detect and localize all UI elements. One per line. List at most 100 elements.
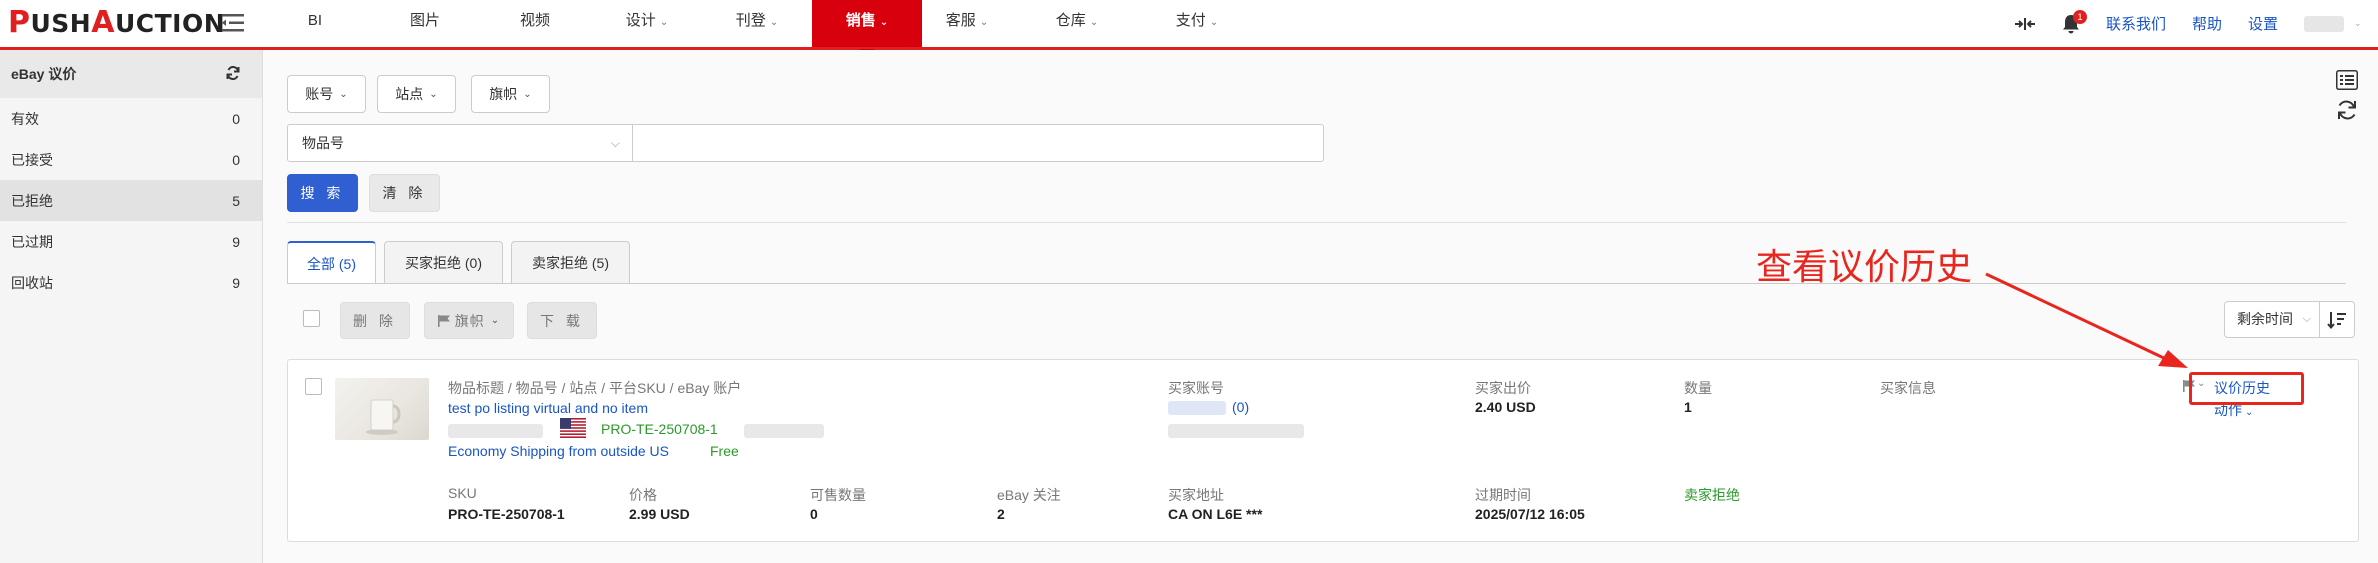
sidebar-item-count: 0: [232, 151, 240, 168]
nav-video[interactable]: 视频: [482, 0, 592, 47]
notification-badge: 1: [2072, 9, 2087, 24]
nav-sales[interactable]: 销售 ⌄: [812, 0, 922, 57]
nav-listing[interactable]: 刊登 ⌄: [702, 0, 812, 47]
status-badge: 卖家拒绝: [1684, 487, 1740, 503]
mug-image: [366, 399, 401, 435]
sort-order-button[interactable]: [2319, 301, 2355, 338]
chevron-down-icon: ⌵: [2302, 313, 2311, 325]
expire-time-label: 过期时间: [1475, 487, 1531, 503]
collapse-arrows-icon[interactable]: [2014, 13, 2036, 35]
tab-seller-declined[interactable]: 卖家拒绝 (5): [511, 241, 630, 283]
title-column-header: 物品标题 / 物品号 / 站点 / 平台SKU / eBay 账户: [448, 380, 742, 396]
tab-all[interactable]: 全部 (5): [287, 241, 376, 284]
quantity-label: 数量: [1684, 380, 1712, 396]
buyer-email: [1168, 424, 1304, 438]
ebay-account: [744, 424, 824, 438]
view-tools: [2336, 70, 2376, 124]
watchers-label: eBay 关注: [997, 487, 1061, 503]
buyer-info-label: 买家信息: [1880, 380, 1936, 396]
available-quantity-value: 0: [810, 506, 818, 522]
sort-select[interactable]: 剩余时间 ⌵: [2224, 301, 2320, 338]
shipping-service: Economy Shipping from outside US: [448, 443, 669, 459]
pushauction-logo[interactable]: PUSHAUCTION: [8, 6, 225, 41]
top-navbar: PUSHAUCTION BI 图片 视频 设计 ⌄ 刊登 ⌄ 销售 ⌄ 客服 ⌄ 仓库 ⌄…: [0, 0, 2378, 57]
product-thumbnail[interactable]: [335, 378, 429, 440]
buyer-account-link[interactable]: [1168, 401, 1226, 415]
nav-customer-service[interactable]: 客服 ⌄: [922, 0, 1012, 47]
sidebar-item-label: 已过期: [11, 233, 53, 250]
buyer-offer-value: 2.40 USD: [1475, 399, 1536, 415]
main-content: 账号 ⌄ 站点 ⌄ 旗帜 ⌄ 物品号 ⌵ 搜 索 清 除 全部 (5) 买家拒绝 (0)…: [263, 50, 2378, 563]
bulk-flag-dropdown[interactable]: 旗帜 ⌄: [424, 302, 514, 339]
site-filter-dropdown[interactable]: 站点 ⌄: [377, 75, 456, 113]
settings-link[interactable]: 设置: [2248, 13, 2278, 34]
nav-bi[interactable]: BI: [262, 0, 372, 47]
sidebar-item-label: 有效: [11, 110, 39, 127]
search-field-select[interactable]: 物品号 ⌵: [287, 124, 633, 162]
expire-time-value: 2025/07/12 16:05: [1475, 506, 1585, 522]
nav-design[interactable]: 设计 ⌄: [592, 0, 702, 47]
account-filter-dropdown[interactable]: 账号 ⌄: [287, 75, 366, 113]
available-quantity-label: 可售数量: [810, 487, 866, 503]
tab-divider: [287, 283, 2346, 284]
search-input[interactable]: [632, 124, 1324, 162]
delete-button[interactable]: 删 除: [340, 302, 410, 339]
list-view-icon[interactable]: [2336, 70, 2358, 90]
sidebar-item-count: 5: [232, 192, 240, 209]
sidebar-item-active[interactable]: 有效 0: [0, 98, 262, 139]
buyer-account-label: 买家账号: [1168, 380, 1224, 396]
help-link[interactable]: 帮助: [2192, 13, 2222, 34]
offer-checkbox[interactable]: [305, 378, 322, 395]
sku-value: PRO-TE-250708-1: [448, 506, 565, 522]
shipping-cost: Free: [710, 443, 739, 459]
contact-us-link[interactable]: 联系我们: [2106, 13, 2166, 34]
main-nav: BI 图片 视频 设计 ⌄ 刊登 ⌄ 销售 ⌄ 客服 ⌄ 仓库 ⌄ 支付 ⌄: [262, 0, 1252, 57]
sidebar-item-count: 9: [232, 233, 240, 250]
sidebar-item-declined[interactable]: 已拒绝 5: [0, 180, 262, 221]
clear-button[interactable]: 清 除: [369, 174, 440, 212]
price-label: 价格: [629, 487, 657, 503]
annotation-text: 查看议价历史: [1756, 247, 1973, 288]
item-title-link[interactable]: test po listing virtual and no item: [448, 400, 648, 416]
price-value: 2.99 USD: [629, 506, 690, 522]
header-tools: 1 联系我们 帮助 设置 ⌄: [2014, 0, 2378, 47]
nav-payment[interactable]: 支付 ⌄: [1142, 0, 1252, 47]
sidebar: eBay 议价 有效 0 已接受 0 已拒绝 5 已过期 9 回收站 9: [0, 50, 263, 563]
sidebar-item-accepted[interactable]: 已接受 0: [0, 139, 262, 180]
offer-card: 物品标题 / 物品号 / 站点 / 平台SKU / eBay 账户 test p…: [287, 359, 2359, 542]
watchers-value: 2: [997, 506, 1005, 522]
sidebar-item-label: 回收站: [11, 274, 53, 291]
sidebar-item-label: 已拒绝: [11, 192, 53, 209]
nav-images[interactable]: 图片: [372, 0, 482, 47]
nav-warehouse[interactable]: 仓库 ⌄: [1012, 0, 1142, 47]
buyer-offer-label: 买家出价: [1475, 380, 1531, 396]
buyer-address-value: CA ON L6E ***: [1168, 506, 1263, 522]
user-menu-caret-icon[interactable]: ⌄: [2354, 18, 2370, 29]
quantity-value: 1: [1684, 399, 1692, 415]
refresh-icon[interactable]: [226, 65, 240, 83]
select-all-checkbox[interactable]: [303, 310, 320, 327]
user-account[interactable]: [2304, 15, 2344, 32]
sort-descending-icon: [2327, 311, 2346, 329]
notification-bell-icon[interactable]: 1: [2060, 9, 2087, 35]
sidebar-item-recycle-bin[interactable]: 回收站 9: [0, 262, 262, 303]
flag-icon: [437, 314, 450, 327]
sidebar-item-count: 9: [232, 274, 240, 291]
platform-sku: PRO-TE-250708-1: [601, 421, 718, 437]
menu-toggle-icon[interactable]: [222, 13, 246, 33]
buyer-address-label: 买家地址: [1168, 487, 1224, 503]
divider: [287, 222, 2346, 223]
us-flag-icon: [560, 418, 586, 438]
flag-filter-dropdown[interactable]: 旗帜 ⌄: [471, 75, 550, 113]
tab-buyer-declined[interactable]: 买家拒绝 (0): [384, 241, 503, 283]
sidebar-item-expired[interactable]: 已过期 9: [0, 221, 262, 262]
item-number[interactable]: [448, 424, 543, 438]
sidebar-item-label: 已接受: [11, 151, 53, 168]
sidebar-header: eBay 议价: [0, 50, 262, 98]
buyer-feedback-count[interactable]: (0): [1232, 399, 1249, 415]
sku-label: SKU: [448, 485, 477, 501]
reload-icon[interactable]: [2336, 99, 2358, 121]
search-button[interactable]: 搜 索: [287, 174, 358, 212]
chevron-down-icon: ⌵: [610, 136, 620, 150]
download-button[interactable]: 下 载: [527, 302, 597, 339]
